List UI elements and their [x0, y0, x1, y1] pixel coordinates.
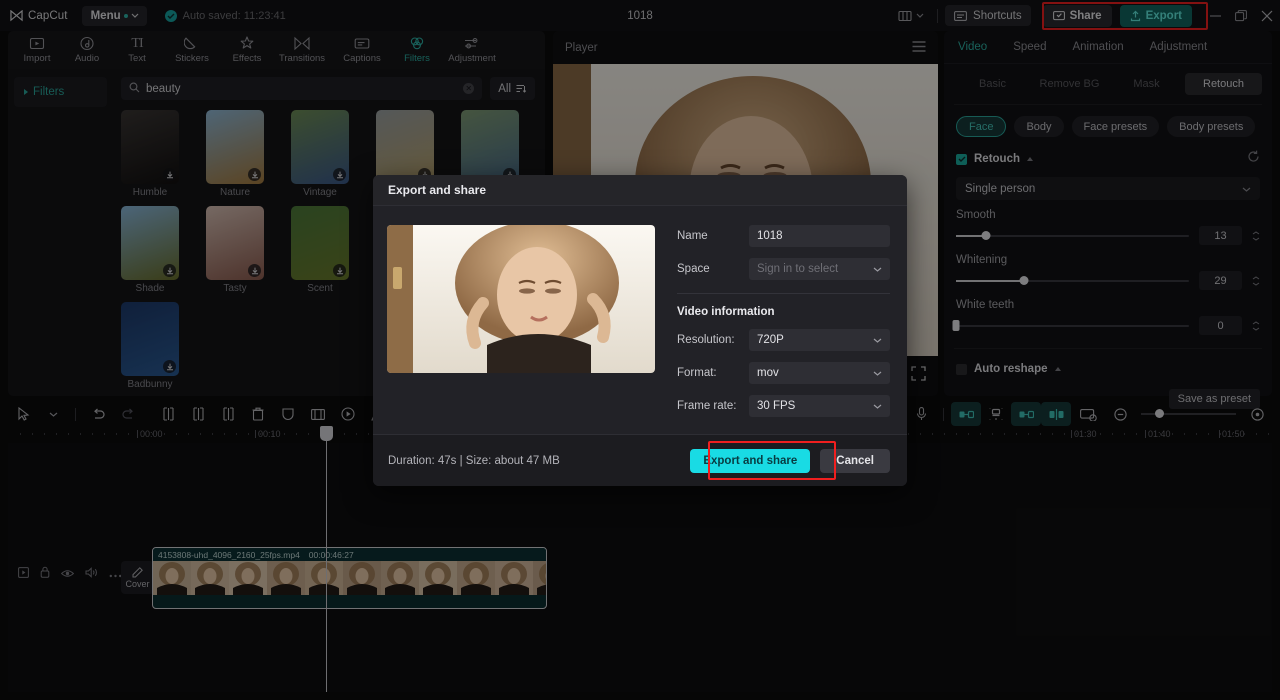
divider [677, 293, 890, 294]
dialog-title: Export and share [373, 175, 907, 206]
name-value: 1018 [757, 230, 783, 242]
capcut-window: CapCut Menu Auto saved: 11:23:41 1018 Sh… [0, 0, 1280, 700]
format-select[interactable]: mov [749, 362, 890, 384]
name-field-row: Name 1018 [677, 225, 890, 247]
frame-rate-label: Frame rate: [677, 400, 737, 412]
video-info-fields: Resolution: 720P Format: mov Frame rate:… [677, 329, 890, 417]
chevron-down-icon [873, 400, 882, 412]
resolution-select[interactable]: 720P [749, 329, 890, 351]
chevron-down-icon [873, 367, 882, 379]
dialog-footer: Duration: 47s | Size: about 47 MB Export… [373, 434, 907, 486]
export-dialog: Export and share Name 1018 Space Sign in… [373, 175, 907, 486]
frame-rate-row: Frame rate: 30 FPS [677, 395, 890, 417]
resolution-value: 720P [757, 334, 784, 346]
resolution-row: Resolution: 720P [677, 329, 890, 351]
chevron-down-icon [873, 263, 882, 275]
space-value: Sign in to select [757, 263, 839, 275]
export-form: Name 1018 Space Sign in to select Video … [677, 225, 890, 428]
format-value: mov [757, 367, 779, 379]
space-field-row: Space Sign in to select [677, 258, 890, 280]
cancel-label: Cancel [836, 454, 874, 467]
resolution-label: Resolution: [677, 334, 735, 346]
export-preview-thumbnail [387, 225, 655, 373]
dialog-body: Name 1018 Space Sign in to select Video … [373, 206, 907, 428]
frame-rate-value: 30 FPS [757, 400, 796, 412]
export-and-share-button[interactable]: Export and share [690, 448, 811, 473]
dialog-actions: Export and share Cancel [690, 448, 890, 473]
format-row: Format: mov [677, 362, 890, 384]
cancel-button[interactable]: Cancel [820, 448, 890, 473]
duration-size-text: Duration: 47s | Size: about 47 MB [388, 454, 560, 467]
name-label: Name [677, 230, 708, 242]
format-label: Format: [677, 367, 717, 379]
frame-rate-select[interactable]: 30 FPS [749, 395, 890, 417]
space-label: Space [677, 263, 710, 275]
export-and-share-label: Export and share [703, 454, 798, 467]
video-information-title: Video information [677, 306, 775, 318]
chevron-down-icon [873, 334, 882, 346]
preview-image [387, 225, 655, 373]
name-input[interactable]: 1018 [749, 225, 890, 247]
space-select[interactable]: Sign in to select [749, 258, 890, 280]
